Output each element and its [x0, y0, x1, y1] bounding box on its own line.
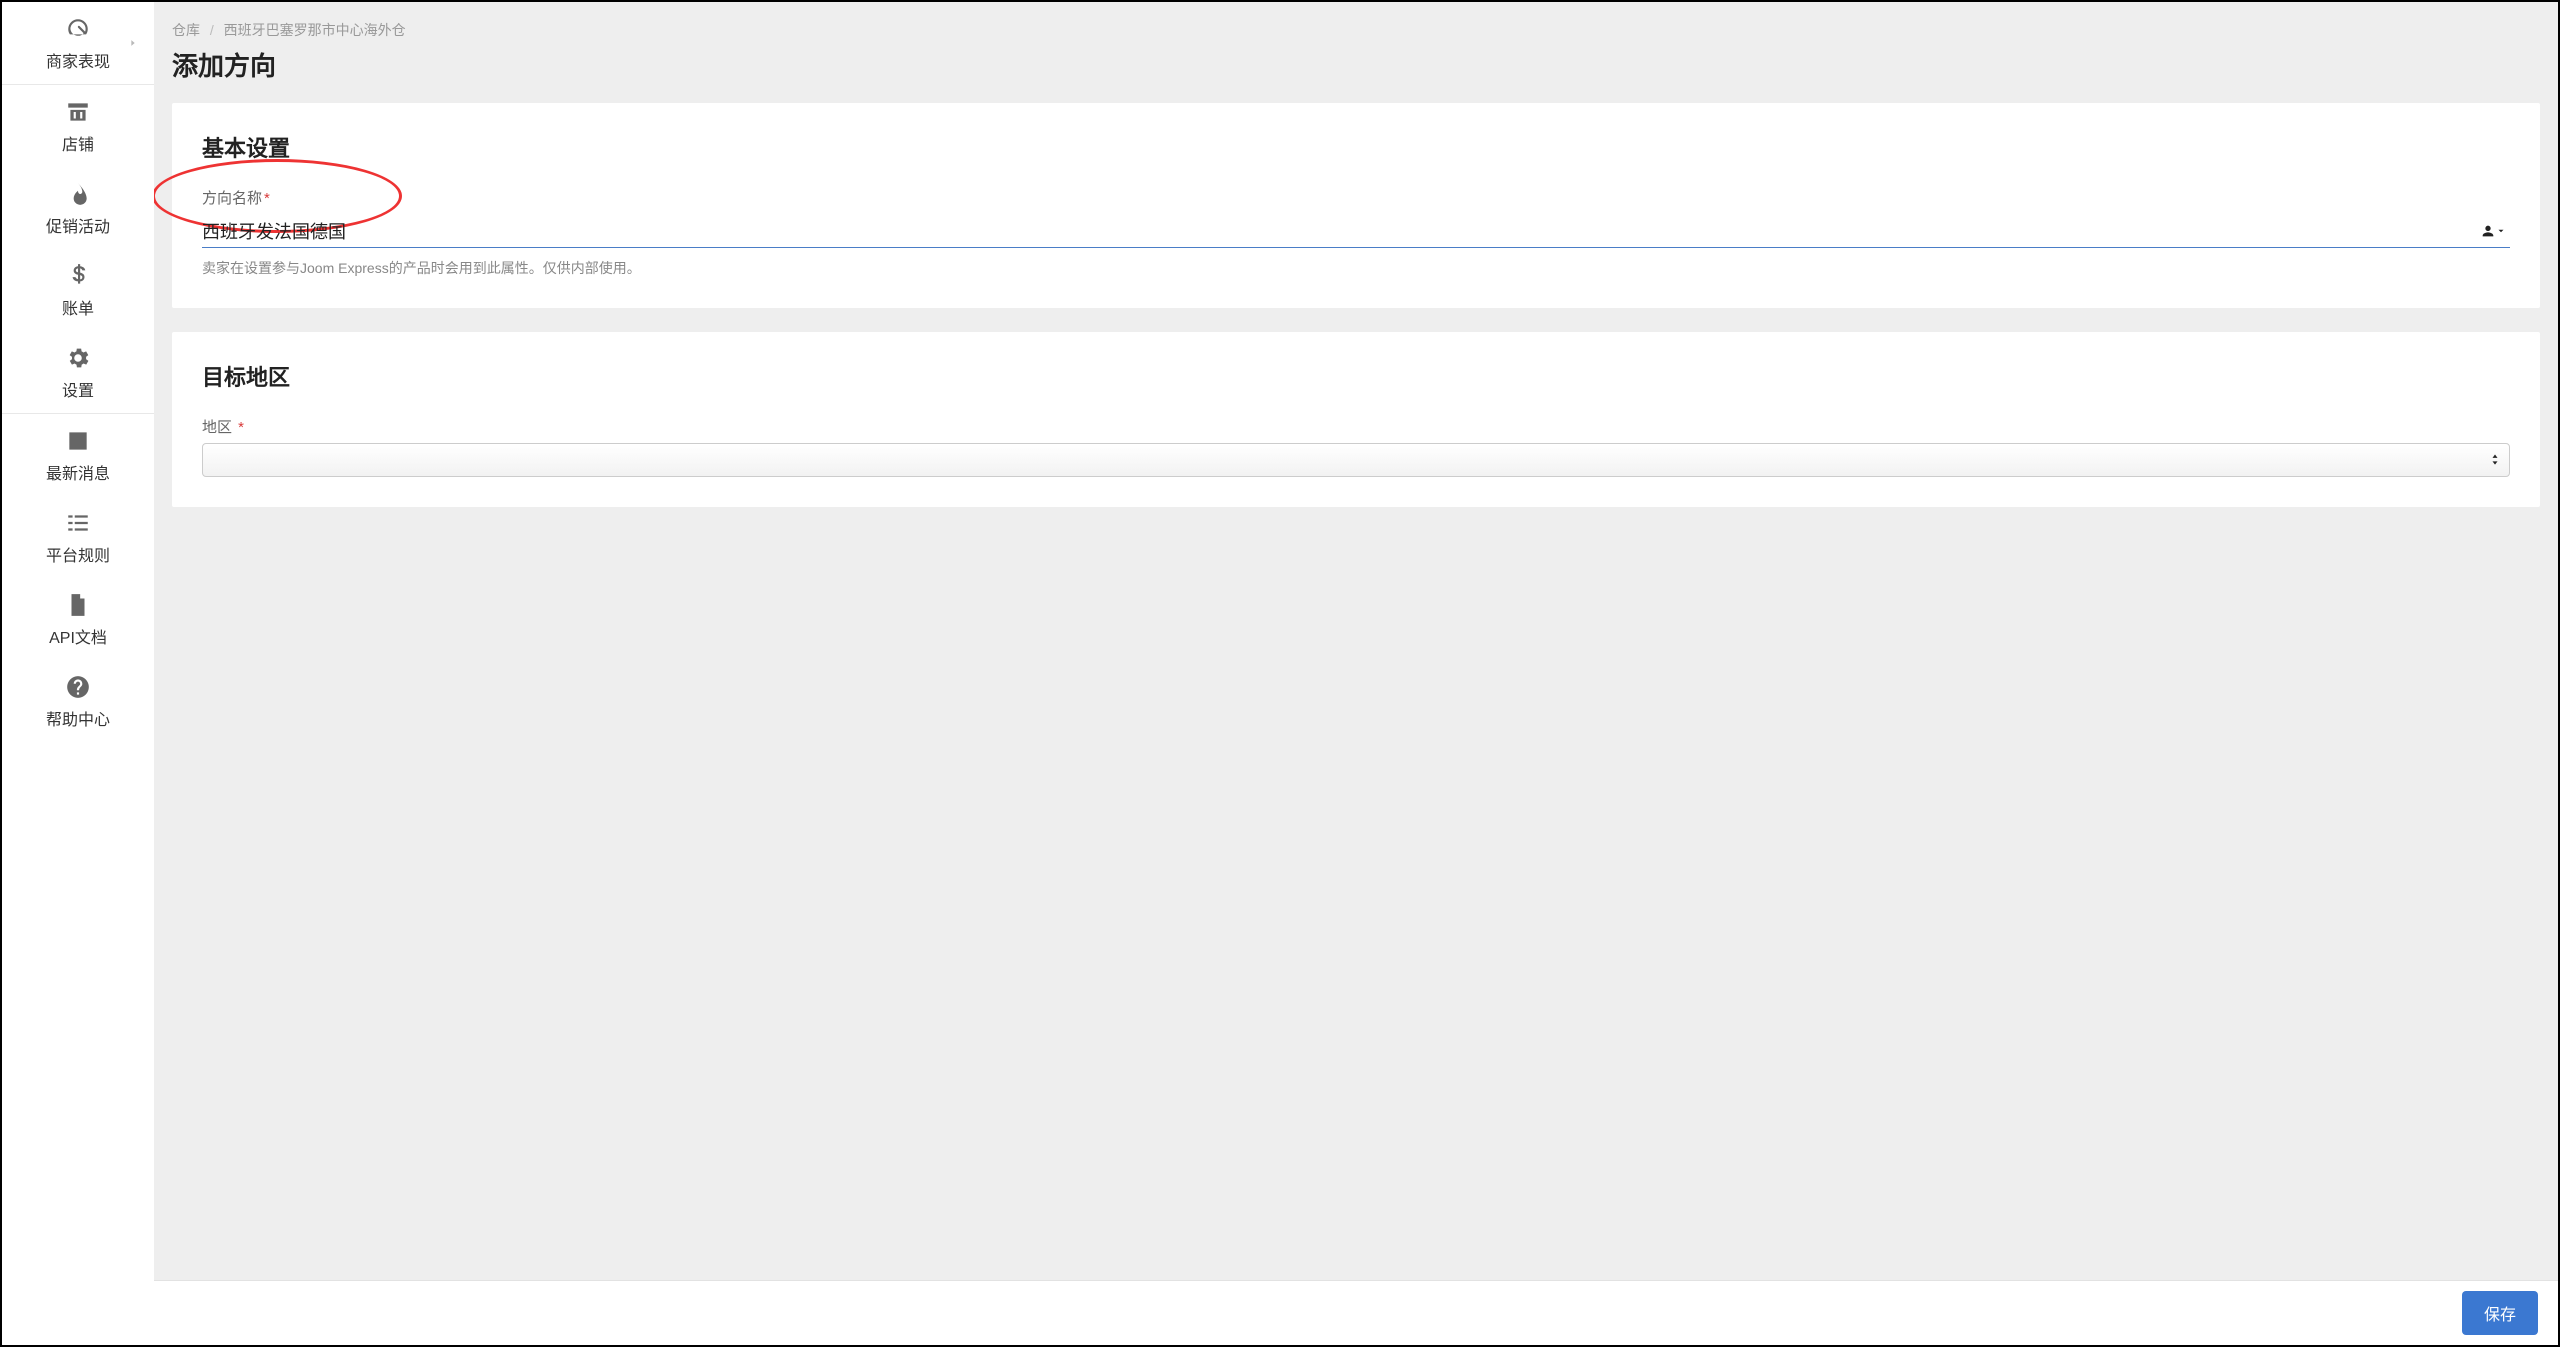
- required-marker: *: [234, 419, 244, 436]
- breadcrumb-root[interactable]: 仓库: [172, 22, 200, 38]
- sidebar-item-label: 店铺: [62, 131, 94, 155]
- page-title: 添加方向: [172, 46, 2540, 83]
- sidebar-item-label: 设置: [62, 377, 94, 401]
- app-root: 商家表现 店铺 促销活动 账单: [0, 0, 2560, 1347]
- direction-name-label: 方向名称*: [202, 187, 2510, 208]
- sidebar: 商家表现 店铺 促销活动 账单: [2, 2, 154, 1345]
- required-marker: *: [264, 190, 270, 207]
- sidebar-item-label: 平台规则: [46, 542, 110, 566]
- sidebar-item-label: 最新消息: [46, 460, 110, 484]
- region-select-wrap: [202, 443, 2510, 477]
- sidebar-item-merchant-performance[interactable]: 商家表现: [2, 2, 154, 84]
- checklist-icon: [65, 510, 91, 536]
- main-content: 仓库 / 西班牙巴塞罗那市中心海外仓 添加方向 基本设置 方向名称*: [154, 2, 2558, 1345]
- gear-icon: [65, 345, 91, 371]
- sidebar-item-label: API文档: [49, 624, 107, 648]
- region-label: 地区 *: [202, 416, 2510, 437]
- breadcrumb-current: 西班牙巴塞罗那市中心海外仓: [224, 22, 406, 38]
- store-icon: [65, 99, 91, 125]
- save-button[interactable]: 保存: [2462, 1291, 2538, 1335]
- region-select[interactable]: [202, 443, 2510, 477]
- card-title-basic: 基本设置: [202, 131, 2510, 163]
- sidebar-item-billing[interactable]: 账单: [2, 249, 154, 331]
- sidebar-item-help[interactable]: 帮助中心: [2, 660, 154, 742]
- gauge-icon: [65, 16, 91, 42]
- user-dropdown-icon[interactable]: [2480, 223, 2506, 239]
- direction-name-label-text: 方向名称: [202, 190, 262, 207]
- sidebar-item-platform-rules[interactable]: 平台规则: [2, 496, 154, 578]
- sidebar-item-label: 促销活动: [46, 213, 110, 237]
- card-basic-settings: 基本设置 方向名称* 卖家在设置参与Joom Express的产品时会用到此属性…: [172, 103, 2540, 308]
- main-area: 仓库 / 西班牙巴塞罗那市中心海外仓 添加方向 基本设置 方向名称*: [154, 2, 2558, 1345]
- sidebar-item-api-docs[interactable]: API文档: [2, 578, 154, 660]
- sidebar-item-label: 账单: [62, 295, 94, 319]
- breadcrumb: 仓库 / 西班牙巴塞罗那市中心海外仓: [172, 20, 2540, 40]
- sidebar-item-label: 商家表现: [46, 48, 110, 72]
- chevron-right-icon: [128, 35, 138, 51]
- flame-icon: [65, 181, 91, 207]
- direction-name-input-wrap: [202, 214, 2510, 248]
- region-label-text: 地区: [202, 419, 232, 436]
- sidebar-item-settings[interactable]: 设置: [2, 331, 154, 413]
- breadcrumb-separator: /: [210, 22, 214, 38]
- card-target-region: 目标地区 地区 *: [172, 332, 2540, 507]
- sidebar-item-store[interactable]: 店铺: [2, 85, 154, 167]
- sidebar-item-promotions[interactable]: 促销活动: [2, 167, 154, 249]
- dollar-icon: [65, 263, 91, 289]
- news-icon: [65, 428, 91, 454]
- help-icon: [65, 674, 91, 700]
- footer-bar: 保存: [154, 1280, 2558, 1345]
- direction-name-help: 卖家在设置参与Joom Express的产品时会用到此属性。仅供内部使用。: [202, 258, 2510, 278]
- card-title-target: 目标地区: [202, 360, 2510, 392]
- direction-name-input[interactable]: [202, 214, 2510, 248]
- sidebar-item-news[interactable]: 最新消息: [2, 414, 154, 496]
- file-icon: [65, 592, 91, 618]
- sidebar-item-label: 帮助中心: [46, 706, 110, 730]
